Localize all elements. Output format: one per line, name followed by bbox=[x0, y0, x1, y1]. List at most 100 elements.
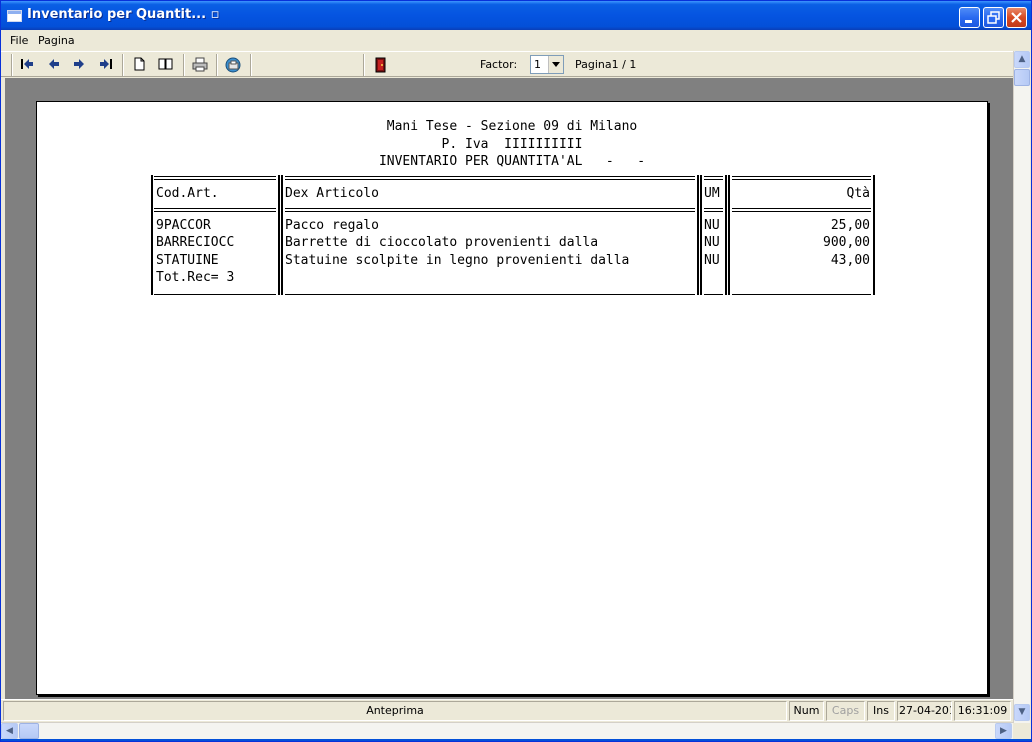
first-page-icon bbox=[21, 59, 33, 69]
table-rule bbox=[704, 208, 723, 212]
table-rule bbox=[732, 208, 871, 212]
export-button[interactable] bbox=[223, 55, 243, 74]
cell-description: Barrette di cioccolato provenienti dalla bbox=[285, 235, 599, 250]
column-header-um: UM bbox=[704, 186, 720, 201]
toolbar-separator bbox=[183, 54, 185, 76]
column-header-qty: Qtà bbox=[846, 186, 870, 201]
chevron-down-icon[interactable] bbox=[548, 56, 563, 73]
restore-icon bbox=[987, 11, 1000, 24]
cell-um: NU bbox=[704, 253, 720, 268]
two-pages-button[interactable] bbox=[156, 55, 176, 74]
toolbar-separator bbox=[122, 54, 124, 76]
column-header-description: Dex Articolo bbox=[285, 186, 379, 201]
report-table: Cod.Art. Dex Articolo UM Qtà 9PACCOR Pac… bbox=[151, 175, 875, 295]
factor-label: Factor: bbox=[480, 58, 518, 71]
next-page-icon bbox=[74, 59, 84, 69]
cell-description: Statuine scolpite in legno provenienti d… bbox=[285, 253, 630, 268]
table-rule bbox=[285, 294, 695, 295]
close-icon bbox=[1011, 12, 1022, 23]
window-app-icon[interactable] bbox=[7, 10, 22, 22]
cell-code: STATUINE bbox=[156, 253, 219, 268]
restore-button[interactable] bbox=[983, 7, 1004, 28]
toolbar-grip[interactable] bbox=[11, 54, 13, 76]
cell-qty: 25,00 bbox=[830, 218, 870, 233]
window-title: Inventario per Quantit... ▫ bbox=[27, 7, 220, 22]
factor-value: 1 bbox=[534, 58, 541, 71]
menu-file[interactable]: File bbox=[10, 34, 28, 47]
status-caps: Caps bbox=[826, 701, 865, 721]
table-rule bbox=[732, 294, 871, 295]
report-page: Mani Tese - Sezione 09 di Milano P. Iva … bbox=[36, 101, 988, 695]
table-rule bbox=[697, 175, 699, 295]
table-rule bbox=[151, 175, 153, 295]
minimize-button[interactable] bbox=[959, 7, 980, 28]
title-bar[interactable]: Inventario per Quantit... ▫ bbox=[1, 1, 1031, 30]
status-num: Num bbox=[789, 701, 824, 721]
table-rule bbox=[278, 175, 280, 295]
table-rule bbox=[285, 176, 695, 180]
first-page-button[interactable] bbox=[17, 55, 37, 74]
next-page-button[interactable] bbox=[69, 55, 89, 74]
scroll-right-button[interactable]: ▶ bbox=[995, 723, 1012, 739]
single-page-button[interactable] bbox=[129, 55, 149, 74]
cell-code: 9PACCOR bbox=[156, 218, 211, 233]
toolbar-separator bbox=[216, 54, 218, 76]
previous-page-button[interactable] bbox=[44, 55, 64, 74]
export-icon bbox=[225, 57, 240, 73]
exit-door-icon bbox=[375, 57, 386, 73]
last-page-icon bbox=[100, 59, 112, 69]
factor-select[interactable]: 1 bbox=[530, 55, 564, 74]
single-page-icon bbox=[134, 57, 145, 71]
report-header-line2: P. Iva IIIIIIIIII bbox=[441, 137, 583, 152]
status-ins: Ins bbox=[867, 701, 895, 721]
cell-qty: 900,00 bbox=[823, 235, 870, 250]
table-rule bbox=[154, 294, 276, 295]
print-button[interactable] bbox=[190, 55, 210, 74]
minimize-icon bbox=[965, 20, 972, 23]
scroll-left-button[interactable]: ◀ bbox=[1, 723, 18, 739]
table-rule bbox=[873, 175, 875, 295]
page-indicator: Pagina1 / 1 bbox=[575, 58, 637, 71]
status-time: 16:31:09 bbox=[954, 701, 1011, 721]
horizontal-scroll-thumb[interactable] bbox=[19, 723, 39, 739]
table-rule bbox=[154, 208, 276, 212]
last-page-button[interactable] bbox=[96, 55, 116, 74]
cell-code: BARRECIOCC bbox=[156, 235, 235, 250]
table-rule bbox=[704, 176, 723, 180]
application-window: Inventario per Quantit... ▫ File Pagina bbox=[0, 0, 1032, 742]
table-rule bbox=[285, 208, 695, 212]
close-button[interactable] bbox=[1006, 7, 1027, 28]
cell-um: NU bbox=[704, 235, 720, 250]
table-rule bbox=[154, 176, 276, 180]
toolbar-separator bbox=[250, 54, 252, 76]
two-pages-icon bbox=[158, 58, 173, 70]
menu-bar: File Pagina bbox=[1, 30, 1031, 51]
table-rule bbox=[700, 175, 702, 295]
status-date: 27-04-2016 bbox=[897, 701, 952, 721]
report-header-line3: INVENTARIO PER QUANTITA'AL - - bbox=[378, 154, 646, 169]
preview-area[interactable]: Mani Tese - Sezione 09 di Milano P. Iva … bbox=[5, 78, 1013, 699]
printer-icon bbox=[192, 57, 208, 72]
horizontal-scrollbar[interactable]: ◀ ▶ bbox=[1, 722, 1013, 739]
column-header-code: Cod.Art. bbox=[156, 186, 219, 201]
vertical-scrollbar[interactable]: ▲ ▼ bbox=[1013, 51, 1030, 723]
cell-um: NU bbox=[704, 218, 720, 233]
cell-qty: 43,00 bbox=[830, 253, 870, 268]
toolbar-separator bbox=[363, 54, 365, 76]
report-header-line1: Mani Tese - Sezione 09 di Milano bbox=[386, 119, 638, 134]
cell-description: Pacco regalo bbox=[285, 218, 379, 233]
table-rule bbox=[281, 175, 283, 295]
previous-page-icon bbox=[49, 59, 59, 69]
vertical-scroll-thumb[interactable] bbox=[1014, 69, 1030, 86]
table-rule bbox=[728, 175, 730, 295]
toolbar: Factor: 1 Pagina1 / 1 bbox=[1, 51, 1013, 77]
table-rule bbox=[732, 176, 871, 180]
scroll-down-button[interactable]: ▼ bbox=[1014, 704, 1030, 721]
scroll-up-button[interactable]: ▲ bbox=[1014, 51, 1030, 68]
status-main: Anteprima bbox=[3, 701, 787, 721]
table-rule bbox=[704, 294, 723, 295]
record-count: Tot.Rec= 3 bbox=[156, 270, 235, 285]
table-rule bbox=[725, 175, 727, 295]
exit-button[interactable] bbox=[370, 55, 390, 74]
menu-pagina[interactable]: Pagina bbox=[38, 34, 75, 47]
